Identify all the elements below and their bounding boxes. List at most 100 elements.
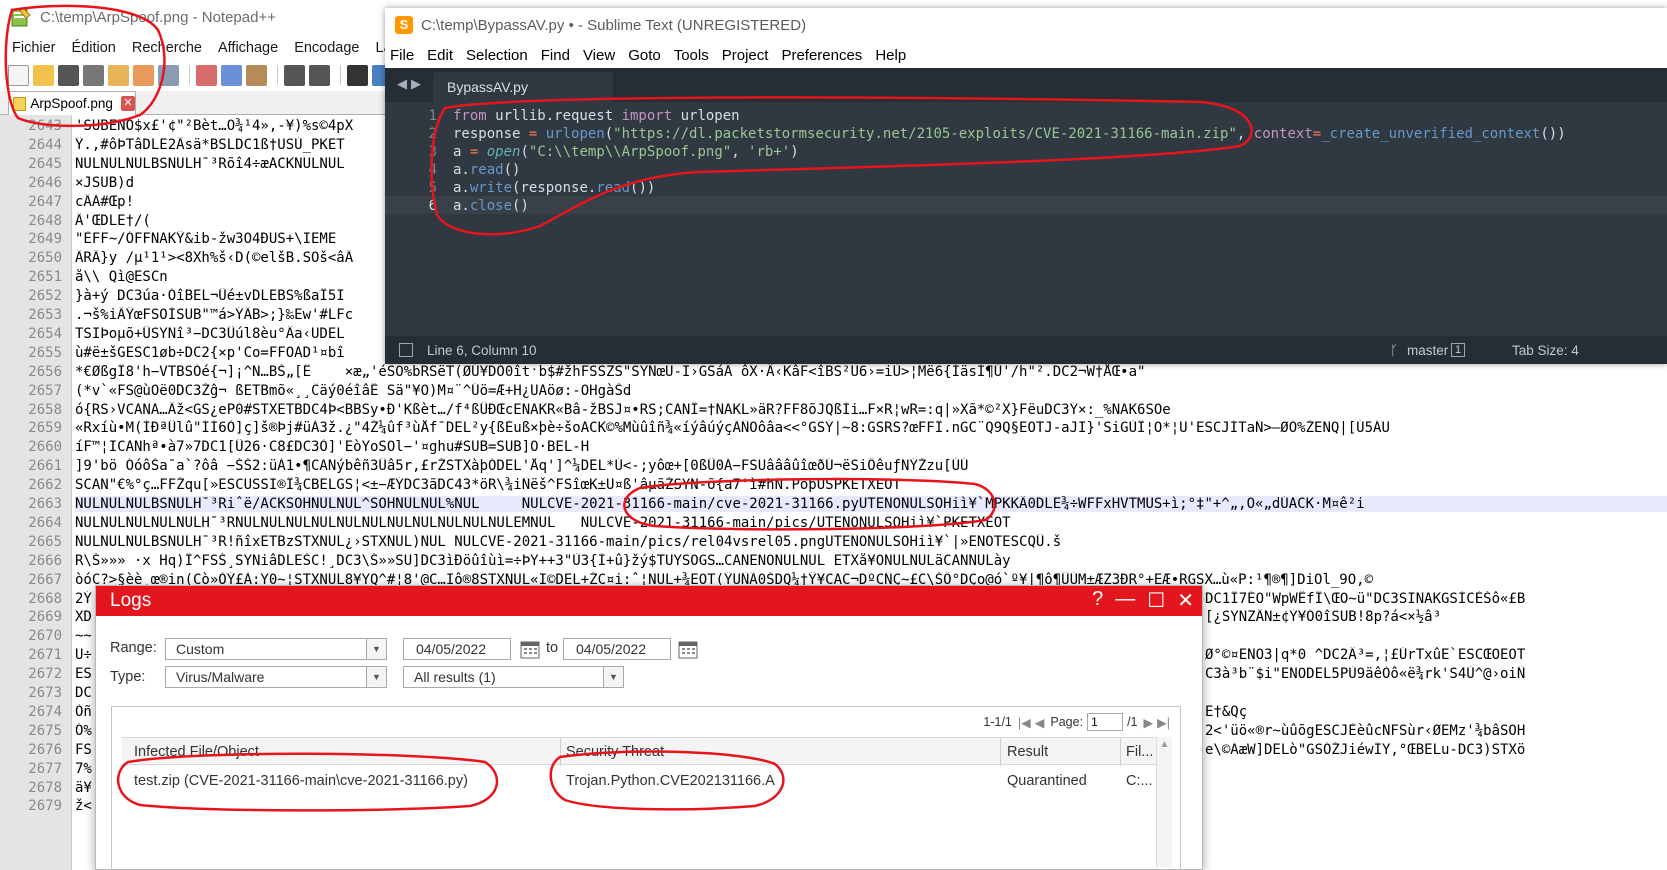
paren: () <box>512 198 529 214</box>
help-icon[interactable]: ? <box>1092 588 1103 613</box>
sub-menu-view[interactable]: View <box>583 47 615 64</box>
table-row[interactable]: test.zip (CVE-2021-31166-main\cve-2021-3… <box>122 767 1164 797</box>
row-fil: C:... <box>1126 773 1153 789</box>
method-call: close <box>469 198 513 214</box>
npp-line-number: 2659 <box>28 420 62 437</box>
first-page-icon[interactable]: |◀ <box>1018 715 1031 730</box>
type-select[interactable]: Virus/Malware ▼ <box>165 666 387 688</box>
npp-menu-affichage[interactable]: Affichage <box>218 40 278 56</box>
chevron-down-icon[interactable]: ▼ <box>603 667 623 687</box>
npp-line-number: 2660 <box>28 439 62 456</box>
npp-line-number: 2671 <box>28 647 62 664</box>
sub-menu-project[interactable]: Project <box>722 47 769 64</box>
cut-icon[interactable] <box>196 64 217 86</box>
tab-nav-arrows-icon[interactable]: ◀▶ <box>397 76 425 92</box>
type-value: Virus/Malware <box>176 669 265 685</box>
npp-line-number: 2653 <box>28 307 62 323</box>
chevron-down-icon[interactable]: ▼ <box>366 639 386 659</box>
import-name: urlopen <box>672 108 740 124</box>
new-file-icon[interactable] <box>8 64 29 86</box>
npp-menu-edition[interactable]: Édition <box>72 40 116 56</box>
logs-grid: 1-1/1 |◀ ◀ Page: /1 ▶ ▶| Infected File/O… <box>111 706 1181 870</box>
close-tab-icon[interactable]: ✕ <box>120 96 135 111</box>
page-input[interactable] <box>1087 713 1124 731</box>
col-infected-file[interactable]: Infected File/Object <box>134 744 259 760</box>
module-name: urllib.request <box>486 108 622 124</box>
column-divider[interactable] <box>560 738 561 766</box>
object: a. <box>453 198 470 214</box>
paste-icon[interactable] <box>246 64 267 86</box>
pager: 1-1/1 |◀ ◀ Page: /1 ▶ ▶| <box>983 713 1170 731</box>
paren: () <box>503 162 521 178</box>
npp-title-text: C:\temp\ArpSpoof.png - Notepad++ <box>40 8 276 26</box>
paren: ()) <box>630 180 656 196</box>
last-page-icon[interactable]: ▶| <box>1157 715 1170 730</box>
npp-line-number: 2669 <box>28 609 62 626</box>
npp-menu-recherche[interactable]: Recherche <box>132 40 202 56</box>
sub-menu-edit[interactable]: Edit <box>427 47 453 64</box>
file-icon <box>13 96 27 111</box>
line-number: 6 <box>428 198 437 214</box>
npp-line-number: 2679 <box>28 798 62 815</box>
npp-line-number: 2656 <box>28 363 62 380</box>
tab-size[interactable]: Tab Size: 4 <box>1512 343 1579 358</box>
column-divider[interactable] <box>1120 738 1121 766</box>
paren: ( <box>520 144 529 160</box>
prev-page-icon[interactable]: ◀ <box>1035 715 1045 730</box>
grid-scrollbar[interactable]: ▲ <box>1156 737 1172 867</box>
save-all-icon[interactable] <box>83 64 104 86</box>
date-to-field[interactable]: 04/05/2022 <box>563 638 671 660</box>
code-line-2: response = urlopen("https://dl.packetsto… <box>453 126 1566 142</box>
undo-icon[interactable] <box>284 64 305 86</box>
keyword: import <box>621 108 673 124</box>
close-icon[interactable]: ✕ <box>1177 588 1194 613</box>
col-security-threat[interactable]: Security Threat <box>566 744 664 760</box>
close-all-icon[interactable] <box>133 64 154 86</box>
sub-menu-file[interactable]: File <box>390 47 414 64</box>
print-icon[interactable] <box>158 64 179 86</box>
find-icon[interactable] <box>347 64 368 86</box>
redo-icon[interactable] <box>309 64 330 86</box>
npp-code-line: SCAN"€%°ç…FFŽqu[»ESCUSSI®Ï¾CBELGS¦<±−ÆÝD… <box>75 477 902 494</box>
npp-line-number: 2657 <box>28 382 62 399</box>
chevron-down-icon[interactable]: ▼ <box>366 667 386 687</box>
sub-menu-preferences[interactable]: Preferences <box>781 47 862 64</box>
open-folder-icon[interactable] <box>33 64 54 86</box>
sublime-tab-bypassav[interactable]: BypassAV.py <box>433 72 613 102</box>
date-from-field[interactable]: 04/05/2022 <box>403 638 511 660</box>
results-select[interactable]: All results (1) ▼ <box>403 666 624 688</box>
maximize-icon[interactable]: ☐ <box>1147 588 1165 613</box>
range-label: Range: <box>110 640 157 656</box>
save-icon[interactable] <box>58 64 79 86</box>
npp-menu-encodage[interactable]: Encodage <box>294 40 359 56</box>
column-divider[interactable] <box>1000 738 1001 766</box>
range-select[interactable]: Custom ▼ <box>165 638 387 660</box>
object: a. <box>453 180 470 196</box>
npp-line-number: 2646 <box>28 174 62 191</box>
npp-line-number: 2676 <box>28 741 62 758</box>
argument: (response. <box>512 180 597 196</box>
npp-tab-arpspoof[interactable]: ArpSpoof.png ✕ <box>8 91 136 115</box>
sub-menu-help[interactable]: Help <box>875 47 906 64</box>
npp-line-number: 2648 <box>28 212 62 229</box>
close-file-icon[interactable] <box>108 64 129 86</box>
copy-icon[interactable] <box>221 64 242 86</box>
npp-menu-fichier[interactable]: Fichier <box>12 40 56 56</box>
col-file[interactable]: Fil... <box>1126 744 1153 760</box>
chevron-up-icon[interactable]: ▲ <box>1157 739 1172 750</box>
sub-menu-tools[interactable]: Tools <box>674 47 709 64</box>
logs-window-controls: ? — ☐ ✕ <box>1080 588 1194 613</box>
minimize-icon[interactable]: — <box>1115 588 1135 613</box>
npp-line-number: 2661 <box>28 458 62 475</box>
sub-menu-selection[interactable]: Selection <box>466 47 528 64</box>
calendar-icon[interactable] <box>678 639 698 659</box>
sub-menu-goto[interactable]: Goto <box>628 47 661 64</box>
next-page-icon[interactable]: ▶ <box>1144 715 1154 730</box>
panel-toggle-icon[interactable] <box>399 343 413 357</box>
calendar-icon[interactable] <box>520 639 540 659</box>
git-branch[interactable]: master <box>1407 343 1448 358</box>
logs-title: Logs <box>110 590 152 611</box>
sub-menu-find[interactable]: Find <box>541 47 570 64</box>
col-result[interactable]: Result <box>1007 744 1048 760</box>
sublime-title-text: C:\temp\BypassAV.py • - Sublime Text (UN… <box>421 16 807 34</box>
